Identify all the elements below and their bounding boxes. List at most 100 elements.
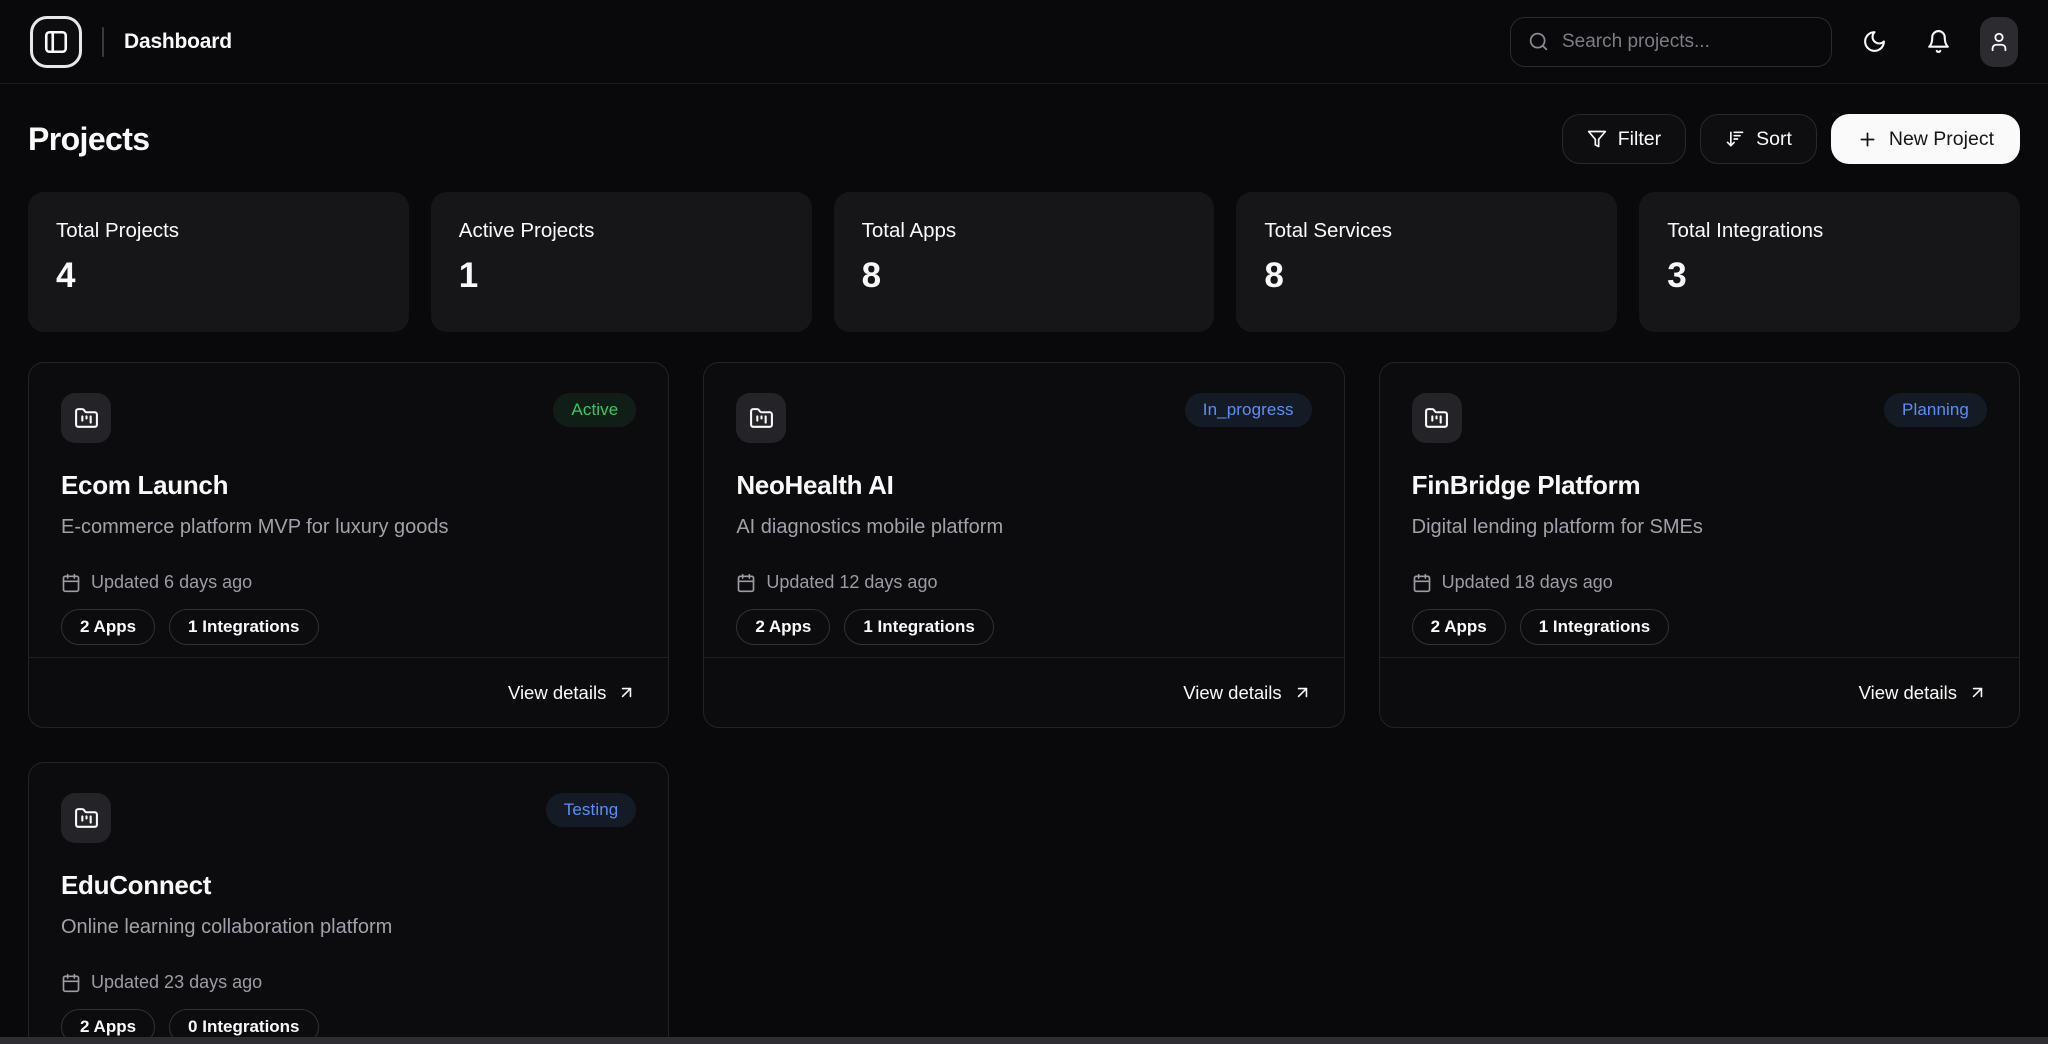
project-updated: Updated 18 days ago — [1412, 572, 1987, 593]
stats-row: Total Projects 4 Active Projects 1 Total… — [28, 192, 2020, 332]
user-avatar-button[interactable] — [1980, 17, 2018, 67]
project-updated: Updated 23 days ago — [61, 972, 636, 993]
integrations-count-pill: 1 Integrations — [169, 609, 318, 645]
stat-card: Total Integrations 3 — [1639, 192, 2020, 332]
project-updated-label: Updated 23 days ago — [91, 972, 262, 993]
user-icon — [1988, 31, 2010, 53]
search-box[interactable] — [1510, 17, 1832, 67]
project-title: EduConnect — [61, 870, 636, 901]
project-icon-tile — [736, 393, 786, 443]
project-card: Active Ecom Launch E-commerce platform M… — [28, 362, 669, 728]
folder-kanban-icon — [749, 406, 774, 431]
page-actions: Filter Sort New Project — [1562, 114, 2020, 164]
calendar-icon — [1412, 573, 1432, 593]
project-card-footer: View details — [29, 657, 668, 727]
project-updated: Updated 6 days ago — [61, 572, 636, 593]
notifications-button[interactable] — [1916, 20, 1960, 64]
stat-label: Total Projects — [56, 219, 381, 243]
arrow-up-right-icon — [617, 683, 636, 702]
project-card-footer: View details — [704, 657, 1343, 727]
project-counts: 2 Apps 1 Integrations — [1412, 609, 1987, 645]
folder-kanban-icon — [1424, 406, 1449, 431]
view-details-label: View details — [1183, 682, 1281, 704]
status-badge: In_progress — [1185, 393, 1312, 427]
bottom-scrollbar[interactable] — [0, 1037, 2048, 1044]
plus-icon — [1857, 129, 1878, 150]
stat-card: Total Projects 4 — [28, 192, 409, 332]
calendar-icon — [61, 573, 81, 593]
folder-kanban-icon — [74, 406, 99, 431]
view-details-link[interactable]: View details — [1183, 682, 1311, 704]
page-header: Projects Filter Sort — [28, 114, 2020, 164]
stat-value: 4 — [56, 256, 381, 296]
project-card-body: In_progress NeoHealth AI AI diagnostics … — [704, 363, 1343, 657]
folder-kanban-icon — [74, 806, 99, 831]
stat-value: 8 — [862, 256, 1187, 296]
search-input[interactable] — [1562, 31, 1814, 53]
sort-button-label: Sort — [1756, 128, 1792, 151]
calendar-icon — [61, 973, 81, 993]
project-description: Online learning collaboration platform — [61, 916, 636, 939]
project-title: NeoHealth AI — [736, 470, 1311, 501]
view-details-label: View details — [508, 682, 606, 704]
filter-button-label: Filter — [1618, 128, 1661, 151]
app-title: Dashboard — [124, 30, 232, 54]
filter-icon — [1587, 129, 1607, 149]
integrations-count-pill: 1 Integrations — [844, 609, 993, 645]
project-card: In_progress NeoHealth AI AI diagnostics … — [703, 362, 1344, 728]
status-badge: Planning — [1884, 393, 1987, 427]
status-badge: Testing — [546, 793, 637, 827]
project-title: FinBridge Platform — [1412, 470, 1987, 501]
sidebar-toggle-button[interactable] — [30, 16, 82, 68]
view-details-label: View details — [1859, 682, 1957, 704]
project-updated-label: Updated 6 days ago — [91, 572, 252, 593]
stat-label: Total Services — [1264, 219, 1589, 243]
stat-card: Active Projects 1 — [431, 192, 812, 332]
project-icon-tile — [61, 793, 111, 843]
stat-label: Total Apps — [862, 219, 1187, 243]
sort-button[interactable]: Sort — [1700, 114, 1817, 164]
status-badge: Active — [553, 393, 636, 427]
filter-button[interactable]: Filter — [1562, 114, 1686, 164]
project-description: Digital lending platform for SMEs — [1412, 516, 1987, 539]
project-updated-label: Updated 18 days ago — [1442, 572, 1613, 593]
project-description: E-commerce platform MVP for luxury goods — [61, 516, 636, 539]
apps-count-pill: 2 Apps — [1412, 609, 1506, 645]
new-project-button[interactable]: New Project — [1831, 114, 2020, 164]
page-title: Projects — [28, 121, 149, 158]
calendar-icon — [736, 573, 756, 593]
view-details-link[interactable]: View details — [508, 682, 636, 704]
project-icon-tile — [61, 393, 111, 443]
stat-label: Total Integrations — [1667, 219, 1992, 243]
project-counts: 2 Apps 1 Integrations — [736, 609, 1311, 645]
moon-icon — [1862, 29, 1887, 54]
view-details-link[interactable]: View details — [1859, 682, 1987, 704]
project-card-footer: View details — [1380, 657, 2019, 727]
projects-grid: Active Ecom Launch E-commerce platform M… — [28, 362, 2020, 1044]
project-updated: Updated 12 days ago — [736, 572, 1311, 593]
stat-value: 1 — [459, 256, 784, 296]
project-card: Testing EduConnect Online learning colla… — [28, 762, 669, 1044]
stat-label: Active Projects — [459, 219, 784, 243]
new-project-button-label: New Project — [1889, 128, 1994, 151]
header-divider — [102, 27, 104, 57]
stat-value: 8 — [1264, 256, 1589, 296]
project-card-body: Testing EduConnect Online learning colla… — [29, 763, 668, 1044]
sort-icon — [1725, 129, 1745, 149]
project-card: Planning FinBridge Platform Digital lend… — [1379, 362, 2020, 728]
apps-count-pill: 2 Apps — [61, 609, 155, 645]
bell-icon — [1926, 29, 1951, 54]
main-content: Projects Filter Sort — [0, 114, 2048, 1044]
project-title: Ecom Launch — [61, 470, 636, 501]
panel-left-icon — [43, 29, 69, 55]
project-card-body: Active Ecom Launch E-commerce platform M… — [29, 363, 668, 657]
theme-toggle-button[interactable] — [1852, 20, 1896, 64]
project-card-body: Planning FinBridge Platform Digital lend… — [1380, 363, 2019, 657]
top-bar: Dashboard — [0, 0, 2048, 84]
apps-count-pill: 2 Apps — [736, 609, 830, 645]
stat-card: Total Services 8 — [1236, 192, 1617, 332]
project-description: AI diagnostics mobile platform — [736, 516, 1311, 539]
arrow-up-right-icon — [1293, 683, 1312, 702]
integrations-count-pill: 1 Integrations — [1520, 609, 1669, 645]
project-counts: 2 Apps 1 Integrations — [61, 609, 636, 645]
